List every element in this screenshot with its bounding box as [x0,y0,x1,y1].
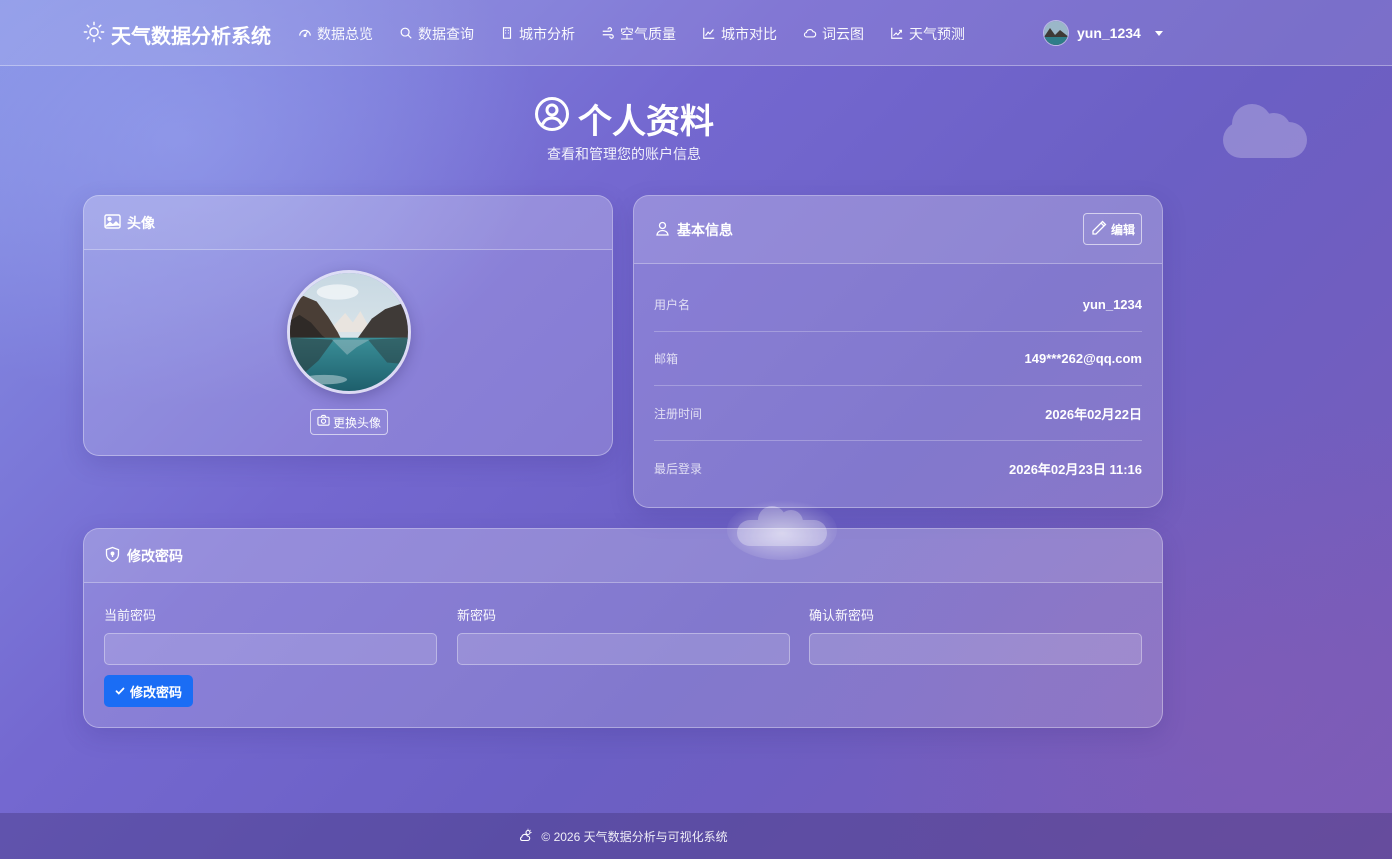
nav-link-query[interactable]: 数据查询 [399,24,474,44]
cloud-icon [803,26,817,43]
user-icon [654,220,671,240]
info-row-last-login: 最后登录 2026年02月23日 11:16 [654,441,1142,495]
info-label: 注册时间 [654,407,703,421]
decorative-cloud-icon [1222,100,1308,167]
nav-link-label: 数据查询 [418,26,474,42]
change-avatar-label: 更换头像 [333,415,382,430]
sun-icon [83,21,105,49]
brand[interactable]: 天气数据分析系统 [83,20,271,49]
nav-link-city-compare[interactable]: 城市对比 [702,24,777,44]
info-row-username: 用户名 yun_1234 [654,278,1142,332]
change-password-card-header: 修改密码 [84,529,1162,583]
image-icon [104,213,121,233]
current-password-label: 当前密码 [104,608,157,623]
shield-icon [104,546,121,566]
avatar-card-header: 头像 [84,196,612,250]
basic-info-card: 基本信息 编辑 用户名 yun_1234 邮箱 149***262@qq.com… [633,195,1163,508]
info-value: 2026年02月23日 11:16 [1009,461,1142,477]
change-password-submit-button[interactable]: 修改密码 [104,675,194,707]
line-chart-icon [702,26,716,43]
new-password-group: 新密码 [457,605,790,665]
change-password-title: 修改密码 [127,547,183,564]
nav-link-label: 词云图 [822,26,864,42]
user-menu-toggle[interactable]: yun_1234 [1043,20,1163,46]
footer-text: © 2026 天气数据分析与可视化系统 [541,829,728,844]
basic-info-title: 基本信息 [677,221,733,238]
camera-icon [317,414,330,430]
building-icon [500,26,514,43]
trend-chart-icon [890,26,904,43]
page-subtitle: 查看和管理您的账户信息 [547,146,701,162]
confirm-password-group: 确认新密码 [809,605,1142,665]
caret-down-icon [1154,30,1163,36]
avatar [1043,20,1069,46]
edit-button[interactable]: 编辑 [1082,213,1142,245]
gauge-icon [298,26,312,43]
info-label: 最后登录 [654,461,703,476]
nav-link-air-quality[interactable]: 空气质量 [601,24,676,44]
nav-link-wordcloud[interactable]: 词云图 [803,24,864,44]
brand-name: 天气数据分析系统 [111,26,271,48]
new-password-input[interactable] [457,633,790,665]
user-name: yun_1234 [1077,25,1141,41]
info-row-email: 邮箱 149***262@qq.com [654,332,1142,386]
footer: © 2026 天气数据分析与可视化系统 [0,813,1392,859]
nav-link-label: 天气预测 [909,26,965,42]
info-label: 邮箱 [654,352,679,366]
pencil-icon [1090,219,1108,240]
page-title: 个人资料 [0,94,1248,143]
edit-button-label: 编辑 [1110,222,1135,237]
info-label: 用户名 [654,298,691,312]
change-password-card: 修改密码 当前密码 新密码 确认新密码 修改密码 [83,528,1163,728]
change-password-submit-label: 修改密码 [130,684,183,700]
avatar-card-title: 头像 [127,214,155,231]
nav-link-forecast[interactable]: 天气预测 [890,24,965,44]
nav-links: 数据总览 数据查询 城市分析 空气质量 城市对比 词云图 天气预测 [298,24,991,44]
profile-avatar-image [287,270,411,394]
nav-link-label: 城市对比 [721,26,777,42]
new-password-label: 新密码 [457,608,497,623]
info-value: 2026年02月22日 [1045,407,1142,422]
navbar: 天气数据分析系统 数据总览 数据查询 城市分析 空气质量 城市对比 词云图 天气… [0,0,1392,66]
wind-icon [601,26,615,43]
confirm-password-input[interactable] [809,633,1142,665]
cloud-sun-icon [519,828,533,845]
confirm-password-label: 确认新密码 [809,608,875,623]
avatar-card: 头像 更换头像 [83,195,613,456]
change-avatar-button[interactable]: 更换头像 [310,409,389,435]
current-password-group: 当前密码 [104,605,437,665]
page-title-text: 个人资料 [578,103,714,141]
nav-link-label: 数据总览 [317,26,373,42]
info-row-register-time: 注册时间 2026年02月22日 [654,387,1142,441]
user-circle-icon [534,96,570,141]
current-password-input[interactable] [104,633,437,665]
search-icon [399,26,413,43]
nav-link-city-analysis[interactable]: 城市分析 [500,24,575,44]
nav-link-label: 空气质量 [620,26,676,42]
check-icon [115,684,125,699]
nav-link-overview[interactable]: 数据总览 [298,24,373,44]
info-value: 149***262@qq.com [1024,351,1142,366]
info-value: yun_1234 [1082,297,1142,312]
nav-link-label: 城市分析 [519,26,575,42]
